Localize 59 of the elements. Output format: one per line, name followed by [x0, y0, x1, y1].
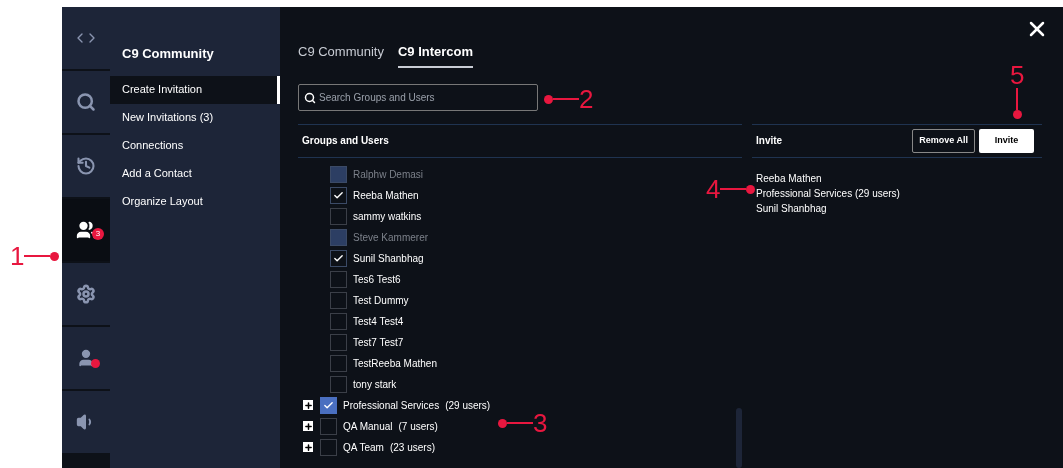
checkbox[interactable]: [330, 312, 347, 330]
invitee-name: Professional Services (29 users): [756, 186, 901, 201]
user-count: (7 users): [398, 419, 438, 434]
check-icon: [323, 399, 334, 411]
sidebar-item[interactable]: New Invitations (3): [110, 103, 280, 132]
invitee-name: Sunil Shanbhag: [756, 201, 828, 216]
rail-button[interactable]: 3: [62, 199, 110, 261]
checkbox[interactable]: [330, 249, 347, 267]
user-name: Steve Kammerer: [353, 230, 429, 245]
checkbox[interactable]: [320, 438, 337, 456]
notification-badge: 3: [92, 228, 104, 240]
user-name: Test4 Test4: [353, 314, 404, 329]
check-icon: [333, 189, 344, 201]
user-name: Tes6 Test6: [353, 272, 401, 287]
checkbox[interactable]: [330, 375, 347, 393]
settings-icon: [76, 284, 96, 304]
invitee-name: Reeba Mathen: [756, 171, 823, 186]
check-icon: [333, 252, 344, 264]
user-count: (23 users): [389, 440, 435, 455]
expand-icon[interactable]: [303, 442, 313, 452]
checkbox[interactable]: [330, 354, 347, 372]
section-heading: Invite: [756, 134, 784, 148]
user-name: Reeba Mathen: [353, 188, 419, 203]
group-name: QA Manual: [343, 419, 393, 434]
checkbox[interactable]: [330, 270, 347, 288]
checkbox[interactable]: [330, 207, 347, 225]
user-name: sammy watkins: [353, 209, 422, 224]
user-name: Ralphw Demasi: [353, 167, 424, 182]
invite-button[interactable]: Invite: [979, 128, 1034, 153]
sidebar-item[interactable]: Create Invitation: [110, 75, 280, 104]
group-name: QA Team: [343, 440, 384, 455]
group-name: Professional Services: [343, 398, 440, 413]
sidebar-item[interactable]: Organize Layout: [110, 187, 280, 216]
sidebar-item[interactable]: Connections: [110, 131, 280, 160]
history-icon: [76, 156, 96, 176]
checkbox[interactable]: [330, 291, 347, 309]
search-icon: [76, 92, 96, 112]
expand-icon[interactable]: [303, 421, 313, 431]
checkbox[interactable]: [320, 396, 337, 414]
scrollbar-thumb[interactable]: [736, 407, 742, 468]
expand-icon[interactable]: [303, 400, 313, 410]
user-name: Test Dummy: [353, 293, 409, 308]
user-name: tony stark: [353, 377, 397, 392]
section-heading: Groups and Users: [302, 134, 389, 148]
user-name: Test7 Test7: [353, 335, 404, 350]
people-icon: [76, 220, 96, 240]
remove-all-button[interactable]: Remove All: [912, 128, 975, 153]
checkbox[interactable]: [330, 186, 347, 204]
user-count: (29 users): [445, 398, 491, 413]
tab[interactable]: C9 Intercom: [397, 42, 474, 68]
sidebar-item[interactable]: Add a Contact: [110, 159, 280, 188]
checkbox[interactable]: [320, 417, 337, 435]
user-name: TestReeba Mathen: [353, 356, 437, 371]
tab[interactable]: C9 Community: [298, 42, 384, 68]
search-icon: [304, 91, 316, 104]
user-name: Sunil Shanbhag: [353, 251, 424, 266]
checkbox[interactable]: [330, 333, 347, 351]
sidebar-title: C9 Community: [121, 45, 215, 63]
search-field[interactable]: Search Groups and Users: [298, 83, 538, 111]
